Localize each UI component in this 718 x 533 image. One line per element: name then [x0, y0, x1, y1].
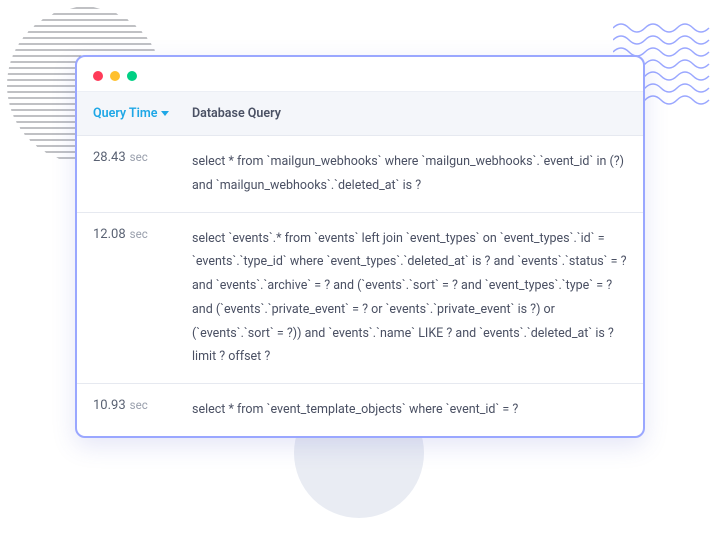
time-value: 12.08 — [93, 227, 126, 242]
cell-query: select * from `mailgun_webhooks` where `… — [192, 136, 643, 212]
header-database-query[interactable]: Database Query — [192, 92, 643, 135]
table-header-row: Query Time Database Query — [77, 92, 643, 136]
cell-time: 28.43 sec — [77, 136, 192, 212]
cell-time: 12.08 sec — [77, 213, 192, 384]
close-icon[interactable] — [93, 71, 103, 81]
maximize-icon[interactable] — [127, 71, 137, 81]
query-window: Query Time Database Query 28.43 sec sele… — [75, 55, 645, 438]
time-unit: sec — [130, 398, 148, 412]
time-unit: sec — [130, 227, 148, 241]
header-query-time[interactable]: Query Time — [77, 92, 192, 135]
sort-desc-icon — [161, 111, 169, 116]
cell-time: 10.93 sec — [77, 384, 192, 436]
window-titlebar — [77, 57, 643, 92]
table-row: 10.93 sec select * from `event_template_… — [77, 384, 643, 436]
time-value: 28.43 — [93, 150, 126, 165]
table-row: 12.08 sec select `events`.* from `events… — [77, 213, 643, 385]
header-query-time-label: Query Time — [93, 106, 157, 121]
time-value: 10.93 — [93, 398, 126, 413]
header-database-query-label: Database Query — [192, 106, 281, 121]
cell-query: select `events`.* from `events` left joi… — [192, 213, 643, 384]
table-row: 28.43 sec select * from `mailgun_webhook… — [77, 136, 643, 213]
cell-query: select * from `event_template_objects` w… — [192, 384, 643, 436]
minimize-icon[interactable] — [110, 71, 120, 81]
time-unit: sec — [130, 150, 148, 164]
